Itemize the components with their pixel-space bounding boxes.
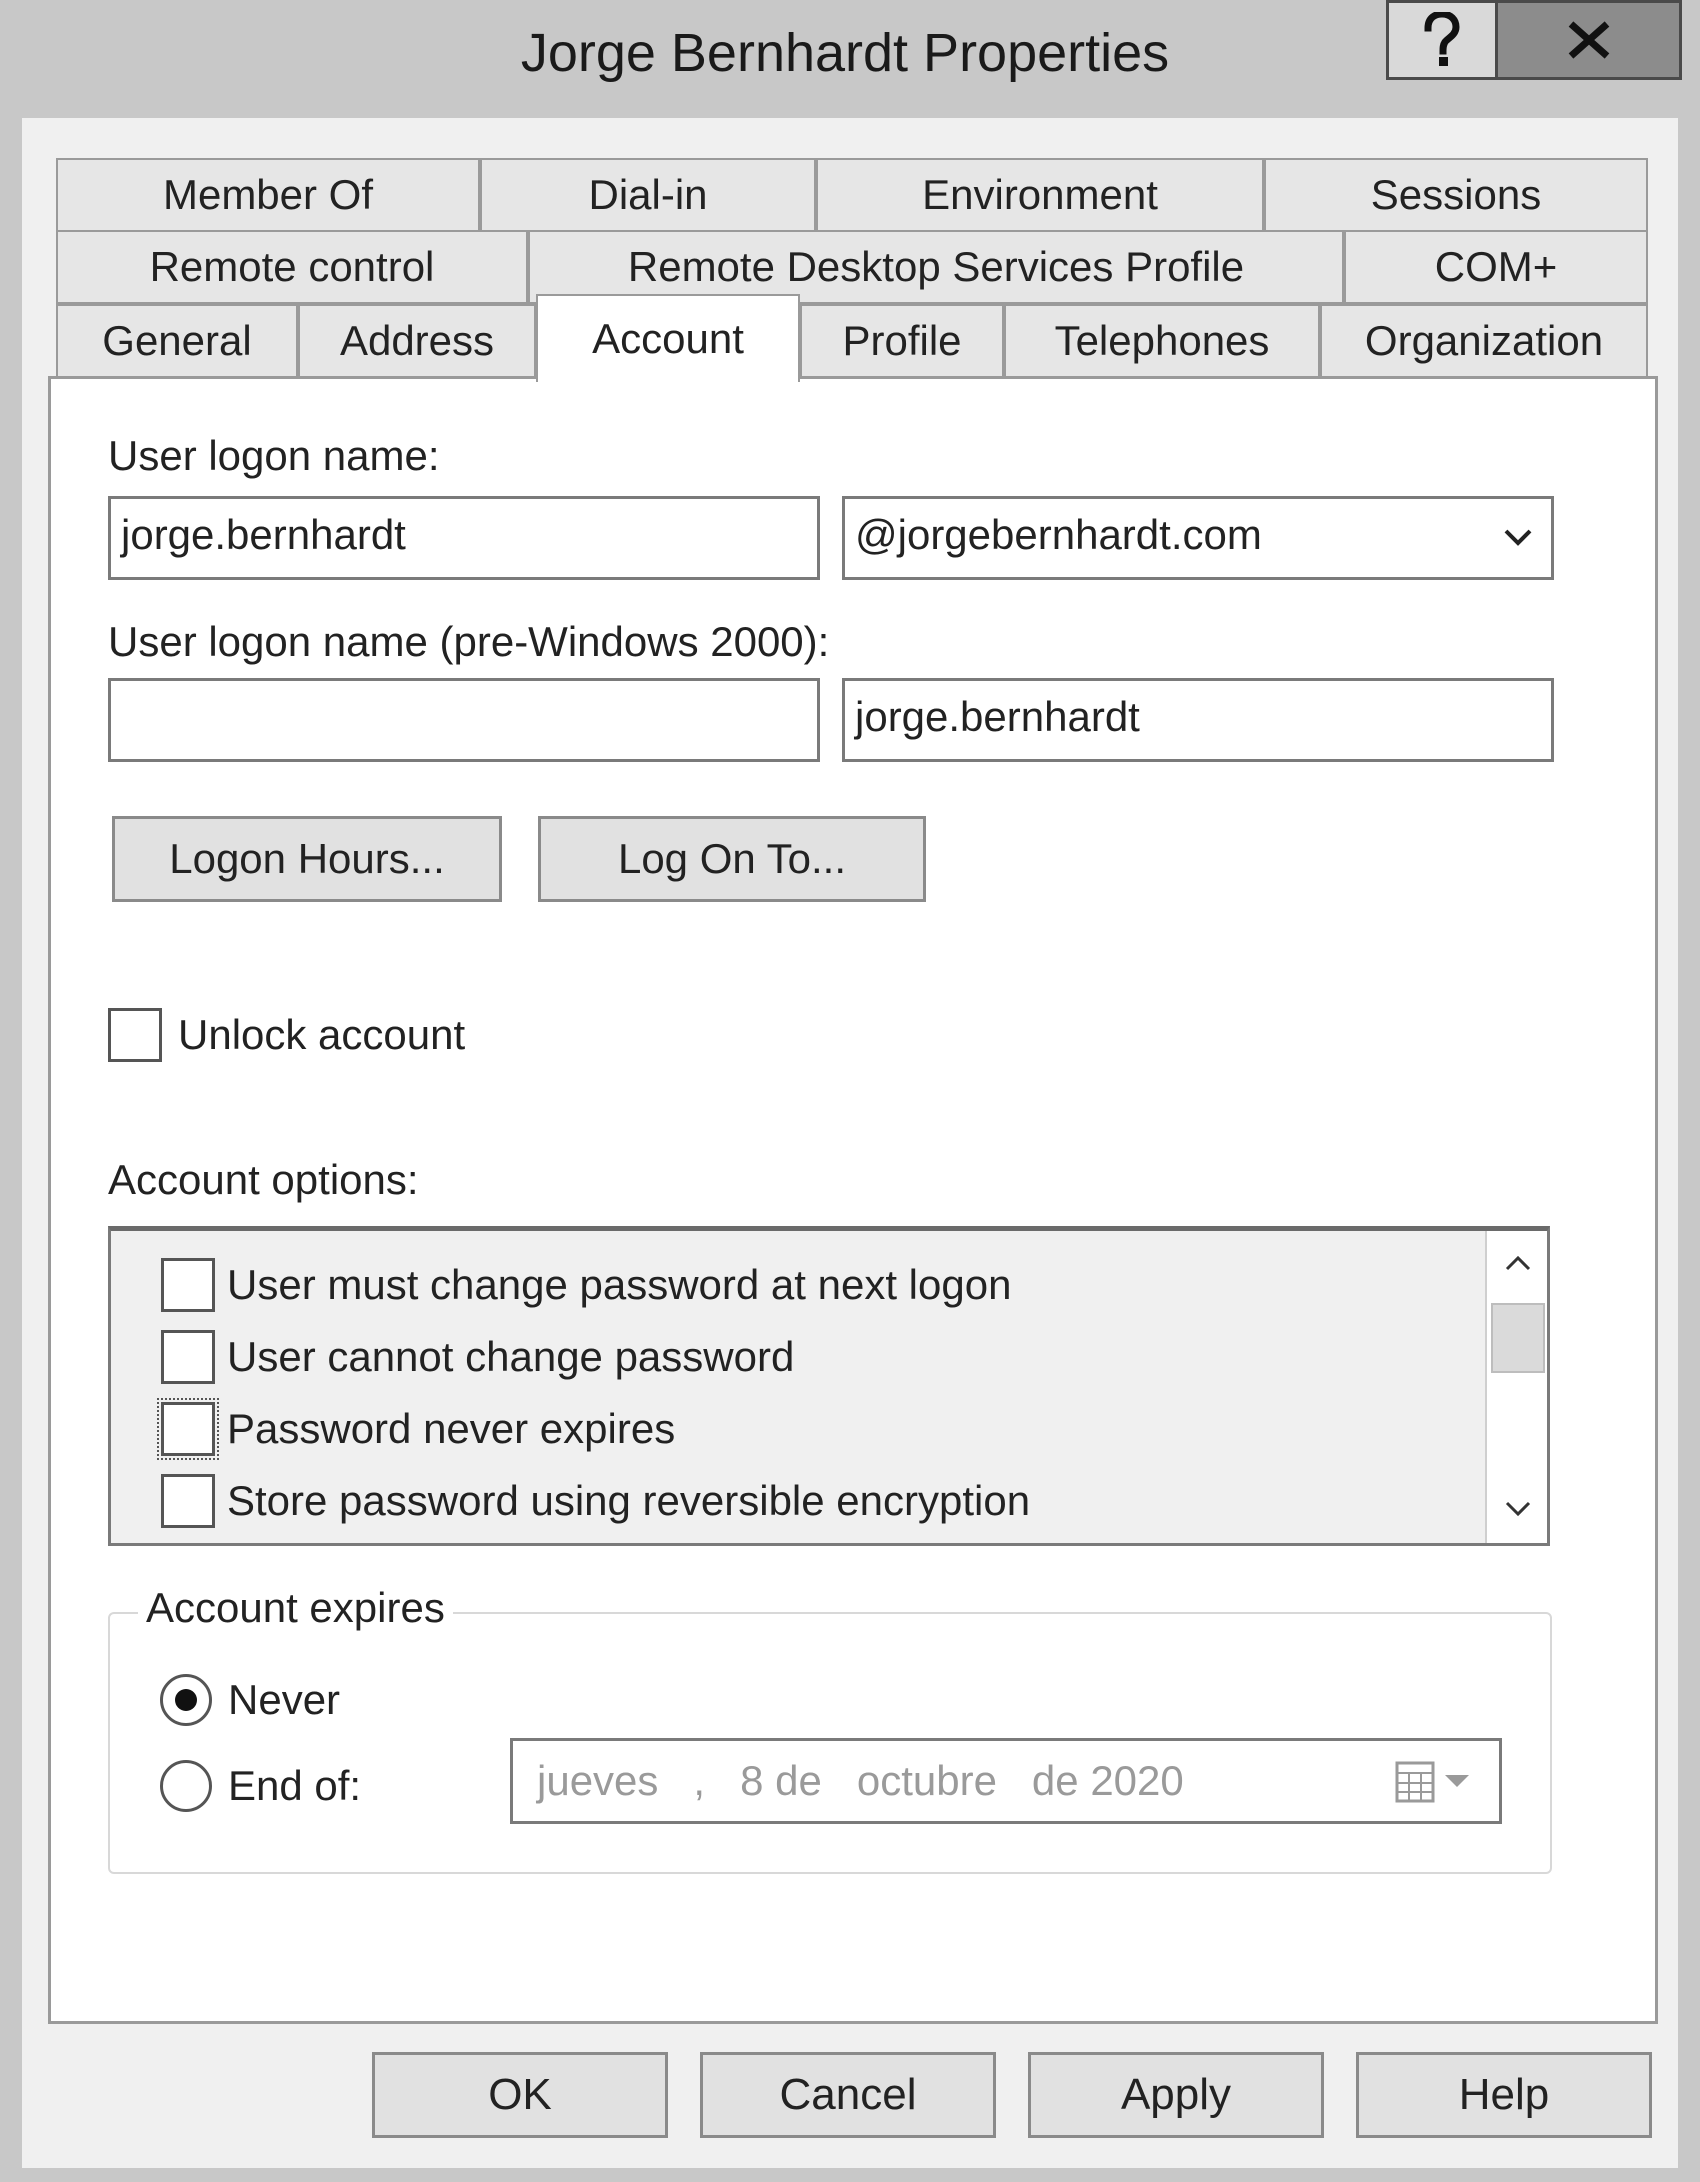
calendar-icon[interactable]	[1393, 1759, 1473, 1805]
tab-environment[interactable]: Environment	[816, 158, 1264, 232]
tab-general[interactable]: General	[56, 304, 298, 378]
list-item[interactable]: User cannot change password	[161, 1327, 794, 1387]
tab-sessions[interactable]: Sessions	[1264, 158, 1648, 232]
close-caption-button[interactable]	[1498, 0, 1682, 80]
pre-windows-2000-label: User logon name (pre-Windows 2000):	[108, 618, 830, 665]
unlock-account-option[interactable]: Unlock account	[108, 1008, 465, 1062]
end-of-date-value: jueves , 8 de octubre de 2020	[537, 1757, 1184, 1804]
apply-button[interactable]: Apply	[1028, 2052, 1324, 2138]
option-checkbox[interactable]	[161, 1258, 215, 1312]
ok-button[interactable]: OK	[372, 2052, 668, 2138]
options-scrollbar[interactable]	[1485, 1231, 1547, 1543]
chevron-down-icon	[1504, 529, 1532, 546]
pre-windows-2000-domain-field	[108, 678, 820, 762]
never-label: Never	[228, 1676, 341, 1723]
upn-suffix-dropdown[interactable]: @jorgebernhardt.com	[842, 496, 1554, 580]
user-logon-name-label: User logon name:	[108, 432, 440, 479]
tab-dial-in[interactable]: Dial-in	[480, 158, 816, 232]
option-checkbox[interactable]	[161, 1474, 215, 1528]
scroll-thumb[interactable]	[1491, 1303, 1545, 1373]
radio-selected-dot	[175, 1689, 197, 1711]
list-item[interactable]: Password never expires	[157, 1398, 676, 1460]
scroll-up-icon[interactable]	[1503, 1253, 1533, 1273]
help-caption-button[interactable]	[1386, 0, 1498, 80]
tab-organization[interactable]: Organization	[1320, 304, 1648, 378]
account-expires-label: Account expires	[138, 1584, 453, 1632]
option-label: User cannot change password	[227, 1333, 795, 1380]
list-item[interactable]: User must change password at next logon	[161, 1255, 1011, 1315]
option-label: Store password using reversible encrypti…	[227, 1477, 1031, 1524]
tab-member-of[interactable]: Member Of	[56, 158, 480, 232]
question-icon	[1424, 12, 1460, 66]
tab-com-plus[interactable]: COM+	[1344, 230, 1648, 304]
end-of-radio[interactable]	[160, 1760, 212, 1812]
close-icon	[1568, 21, 1609, 59]
scroll-down-icon[interactable]	[1503, 1499, 1533, 1519]
unlock-account-checkbox[interactable]	[108, 1008, 162, 1062]
account-options-list[interactable]: User must change password at next logon …	[108, 1226, 1550, 1546]
help-button[interactable]: Help	[1356, 2052, 1652, 2138]
unlock-account-label: Unlock account	[178, 1011, 466, 1058]
end-of-label: End of:	[228, 1762, 362, 1809]
tab-remote-control[interactable]: Remote control	[56, 230, 528, 304]
tab-profile[interactable]: Profile	[800, 304, 1004, 378]
never-radio[interactable]	[160, 1674, 212, 1726]
tab-address[interactable]: Address	[298, 304, 536, 378]
end-of-date-picker[interactable]: jueves , 8 de octubre de 2020	[510, 1738, 1502, 1824]
option-label: User must change password at next logon	[227, 1261, 1012, 1308]
log-on-to-button[interactable]: Log On To...	[538, 816, 926, 902]
list-item[interactable]: Store password using reversible encrypti…	[161, 1471, 1030, 1531]
title-bar: Jorge Bernhardt Properties	[0, 0, 1700, 118]
option-checkbox[interactable]	[161, 1330, 215, 1384]
logon-hours-button[interactable]: Logon Hours...	[112, 816, 502, 902]
never-option[interactable]: Never	[160, 1674, 340, 1726]
tab-remote-desktop-services-profile[interactable]: Remote Desktop Services Profile	[528, 230, 1344, 304]
option-checkbox[interactable]	[157, 1398, 219, 1460]
user-logon-name-input[interactable]: jorge.bernhardt	[108, 496, 820, 580]
pre-windows-2000-user-input[interactable]: jorge.bernhardt	[842, 678, 1554, 762]
end-of-option[interactable]: End of:	[160, 1760, 361, 1812]
upn-suffix-value: @jorgebernhardt.com	[855, 511, 1262, 558]
tab-telephones[interactable]: Telephones	[1004, 304, 1320, 378]
option-label: Password never expires	[227, 1405, 676, 1452]
account-options-label: Account options:	[108, 1156, 419, 1203]
cancel-button[interactable]: Cancel	[700, 2052, 996, 2138]
tab-account[interactable]: Account	[536, 294, 800, 382]
